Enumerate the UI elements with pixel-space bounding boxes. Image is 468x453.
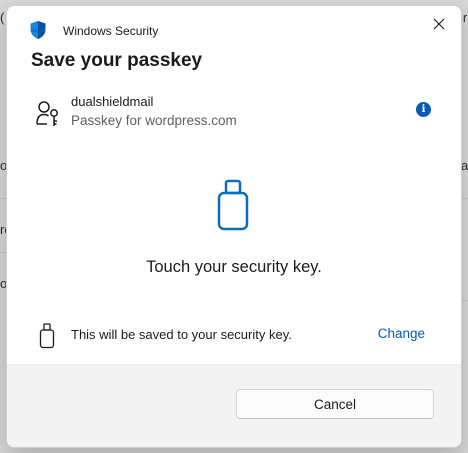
account-subtitle: Passkey for wordpress.com [71, 113, 237, 128]
change-link[interactable]: Change [378, 326, 425, 341]
usb-key-icon [39, 323, 55, 349]
close-icon [433, 18, 445, 30]
storage-text: This will be saved to your security key. [71, 327, 292, 342]
background-text-fragment: a [461, 158, 468, 173]
background-text-fragment: ( [0, 10, 5, 25]
shield-icon [30, 21, 46, 39]
security-key-icon [217, 179, 249, 231]
dialog-heading: Save your passkey [31, 50, 203, 71]
person-key-icon [36, 101, 58, 126]
app-title: Windows Security [63, 24, 159, 38]
account-name: dualshieldmail [71, 94, 154, 109]
touch-instruction: Touch your security key. [146, 258, 322, 276]
cancel-button[interactable]: Cancel [236, 389, 434, 419]
dialog-footer: Cancel [7, 364, 461, 447]
close-button[interactable] [427, 12, 451, 36]
info-icon[interactable]: i [416, 102, 431, 117]
account-row: dualshieldmail Passkey for wordpress.com… [31, 94, 431, 134]
storage-row: This will be saved to your security key.… [37, 322, 425, 350]
title-bar: Windows Security [7, 6, 461, 52]
windows-security-dialog: Windows Security Save your passkey duals… [6, 5, 462, 448]
